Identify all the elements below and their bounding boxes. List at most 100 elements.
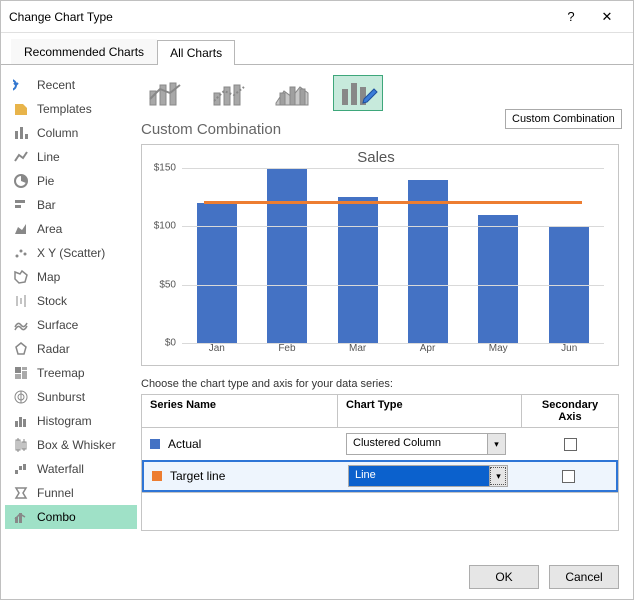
combo-subtype-2[interactable] — [205, 75, 255, 111]
chart-plot: $0$50$100$150 — [182, 168, 604, 343]
dialog-footer: OK Cancel — [1, 555, 633, 599]
ok-button[interactable]: OK — [469, 565, 539, 589]
y-tick-label: $50 — [159, 279, 176, 290]
chart-type-icon — [13, 413, 29, 429]
sidebar-item-pie[interactable]: Pie — [5, 169, 137, 193]
tab-recommended[interactable]: Recommended Charts — [11, 39, 157, 64]
chevron-down-icon[interactable]: ▾ — [489, 466, 507, 486]
sidebar-item-line[interactable]: Line — [5, 145, 137, 169]
y-tick-label: $150 — [154, 163, 176, 174]
dialog-body: Recent Templates ColumnLine Pie Bar Area X Y (… — [1, 65, 633, 555]
sidebar-item-funnel[interactable]: Funnel — [5, 481, 137, 505]
sidebar-item-radar[interactable]: Radar — [5, 337, 137, 361]
chart-type-icon — [13, 365, 29, 381]
series-instruction: Choose the chart type and axis for your … — [141, 378, 619, 390]
chart-type-icon — [13, 149, 29, 165]
chart-type-combo-actual[interactable]: Clustered Column ▾ — [346, 433, 506, 455]
sidebar-item-label: Radar — [37, 342, 70, 356]
sidebar-item-label: Histogram — [37, 414, 92, 428]
y-axis: $0$50$100$150 — [144, 168, 180, 343]
series-name-actual: Actual — [168, 437, 201, 451]
combo-icon-custom — [338, 79, 378, 107]
chart-type-icon — [13, 341, 29, 357]
series-row-actual[interactable]: Actual Clustered Column ▾ — [142, 428, 618, 460]
dialog-window: Change Chart Type ? ✕ Recommended Charts… — [0, 0, 634, 600]
chevron-down-icon[interactable]: ▾ — [487, 434, 505, 454]
combo-subtype-1[interactable] — [141, 75, 191, 111]
x-tick-label: Apr — [420, 343, 436, 354]
chart-type-icon — [13, 509, 29, 525]
series-name-target: Target line — [170, 469, 225, 483]
tab-all-charts[interactable]: All Charts — [157, 40, 235, 65]
chart-type-icon — [13, 437, 29, 453]
sidebar-item-label: Stock — [37, 294, 67, 308]
sidebar-item-label: Funnel — [37, 486, 74, 500]
chart-type-icon — [13, 461, 29, 477]
combo-subtype-3[interactable] — [269, 75, 319, 111]
combo-icon-2 — [210, 79, 250, 107]
sidebar-item-waterfall[interactable]: Waterfall — [5, 457, 137, 481]
help-button[interactable]: ? — [553, 5, 589, 29]
y-tick-label: $100 — [154, 221, 176, 232]
sidebar-item-label: Area — [37, 222, 62, 236]
combo-subtype-custom[interactable] — [333, 75, 383, 111]
chart-type-list: Recent Templates ColumnLine Pie Bar Area X Y (… — [1, 65, 141, 555]
sidebar-item-label: Map — [37, 270, 60, 284]
sidebar-item-treemap[interactable]: Treemap — [5, 361, 137, 385]
bar — [197, 203, 237, 343]
main-panel: Custom Combination Custom Combination Sa… — [141, 65, 633, 555]
sidebar-item-label: Pie — [37, 174, 54, 188]
bar — [408, 180, 448, 343]
bar — [338, 197, 378, 343]
sidebar-item-histogram[interactable]: Histogram — [5, 409, 137, 433]
secondary-axis-checkbox-target[interactable] — [562, 470, 575, 483]
target-line — [204, 201, 582, 204]
chart-type-icon — [13, 77, 29, 93]
sidebar-item-map[interactable]: Map — [5, 265, 137, 289]
dialog-title: Change Chart Type — [9, 10, 553, 24]
x-tick-label: Mar — [349, 343, 366, 354]
sidebar-item-surface[interactable]: Surface — [5, 313, 137, 337]
secondary-axis-checkbox-actual[interactable] — [564, 438, 577, 451]
x-tick-label: May — [489, 343, 508, 354]
sidebar-item-column[interactable]: Column — [5, 121, 137, 145]
cancel-button[interactable]: Cancel — [549, 565, 619, 589]
sidebar-item-area[interactable]: Area — [5, 217, 137, 241]
combo-icon-1 — [146, 79, 186, 107]
close-button[interactable]: ✕ — [589, 5, 625, 29]
sidebar-item-label: Templates — [37, 102, 92, 116]
chart-type-icon — [13, 293, 29, 309]
sidebar-item-bar[interactable]: Bar — [5, 193, 137, 217]
chart-type-icon — [13, 245, 29, 261]
subtype-tooltip: Custom Combination — [505, 109, 622, 129]
x-tick-label: Jan — [209, 343, 225, 354]
combo-icon-3 — [274, 79, 314, 107]
sidebar-item-templates[interactable]: Templates — [5, 97, 137, 121]
titlebar: Change Chart Type ? ✕ — [1, 1, 633, 33]
sidebar-item-sunburst[interactable]: Sunburst — [5, 385, 137, 409]
sidebar-item-label: X Y (Scatter) — [37, 246, 105, 260]
chart-title: Sales — [144, 149, 608, 166]
sidebar-item-x-y-scatter-[interactable]: X Y (Scatter) — [5, 241, 137, 265]
sidebar-item-label: Combo — [37, 510, 76, 524]
chart-preview: Sales $0$50$100$150 JanFebMarAprMayJun — [141, 144, 619, 366]
chart-type-icon — [13, 317, 29, 333]
chart-type-icon — [13, 221, 29, 237]
sidebar-item-stock[interactable]: Stock — [5, 289, 137, 313]
sidebar-item-box-whisker[interactable]: Box & Whisker — [5, 433, 137, 457]
chart-type-icon — [13, 125, 29, 141]
series-grid: Series Name Chart Type Secondary Axis Ac… — [141, 394, 619, 493]
x-tick-label: Jun — [561, 343, 577, 354]
bar-group — [182, 168, 604, 343]
bar — [267, 168, 307, 343]
chart-type-icon — [13, 269, 29, 285]
sidebar-item-recent[interactable]: Recent — [5, 73, 137, 97]
sidebar-item-combo[interactable]: Combo — [5, 505, 137, 529]
chart-type-icon — [13, 485, 29, 501]
sidebar-item-label: Sunburst — [37, 390, 85, 404]
swatch-actual — [150, 439, 160, 449]
sidebar-item-label: Surface — [37, 318, 78, 332]
chart-type-combo-target[interactable]: Line ▾ — [348, 465, 508, 487]
series-row-target[interactable]: Target line Line ▾ — [142, 460, 618, 492]
series-grid-empty — [141, 493, 619, 531]
